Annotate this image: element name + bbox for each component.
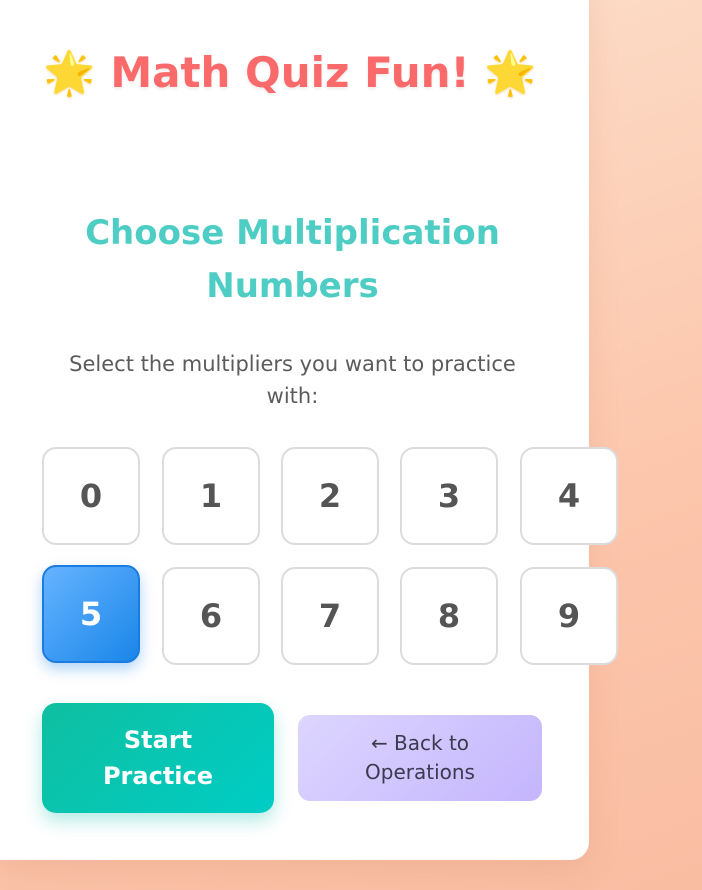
number-button-9[interactable]: 9 xyxy=(520,567,618,665)
number-button-6[interactable]: 6 xyxy=(162,567,260,665)
number-button-1[interactable]: 1 xyxy=(162,447,260,545)
number-button-0[interactable]: 0 xyxy=(42,447,140,545)
star-icon: 🌟 xyxy=(43,48,96,97)
back-to-operations-button[interactable]: ← Back to Operations xyxy=(298,715,542,801)
start-practice-label: Start Practice xyxy=(102,726,214,790)
number-button-7[interactable]: 7 xyxy=(281,567,379,665)
back-to-operations-label: ← Back to Operations xyxy=(365,731,475,784)
section-heading: Choose Multiplication Numbers xyxy=(85,213,500,306)
number-button-2[interactable]: 2 xyxy=(281,447,379,545)
number-button-8[interactable]: 8 xyxy=(400,567,498,665)
title-text: Math Quiz Fun! xyxy=(110,48,470,97)
number-button-5[interactable]: 5 xyxy=(42,565,140,663)
star-icon: 🌟 xyxy=(484,48,537,97)
start-practice-button[interactable]: Start Practice xyxy=(42,703,274,813)
number-button-4[interactable]: 4 xyxy=(520,447,618,545)
page-title: 🌟 Math Quiz Fun! 🌟 xyxy=(40,42,540,104)
number-button-3[interactable]: 3 xyxy=(400,447,498,545)
instructions-text: Select the multipliers you want to pract… xyxy=(69,352,516,408)
